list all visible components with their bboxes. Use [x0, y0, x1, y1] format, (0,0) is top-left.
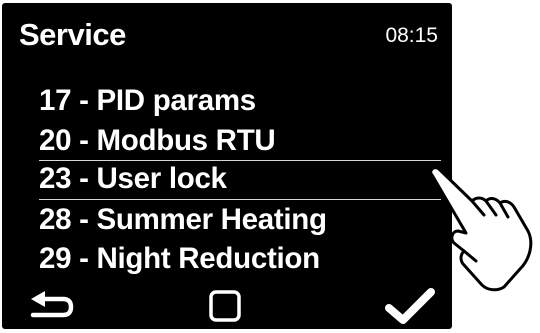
- page-title: Service: [19, 17, 126, 52]
- menu-item-summer-heating[interactable]: 28 - Summer Heating: [2, 200, 452, 240]
- back-button[interactable]: [26, 286, 76, 326]
- menu-item-modbus-rtu[interactable]: 20 - Modbus RTU: [2, 121, 452, 161]
- device-screen: Service 08:15 17 - PID params 20 - Modbu…: [2, 3, 452, 329]
- pointing-hand-icon: [429, 166, 533, 292]
- checkmark-icon: [385, 288, 435, 324]
- back-arrow-icon: [30, 291, 74, 318]
- bottom-navigation: [2, 286, 452, 326]
- menu-item-user-lock[interactable]: 23 - User lock: [39, 160, 441, 200]
- menu-item-pid-params[interactable]: 17 - PID params: [2, 81, 452, 121]
- square-icon: [209, 290, 241, 322]
- menu-item-night-reduction[interactable]: 29 - Night Reduction: [2, 239, 452, 279]
- service-menu: 17 - PID params 20 - Modbus RTU 23 - Use…: [2, 81, 452, 279]
- home-button[interactable]: [200, 286, 250, 326]
- clock: 08:15: [385, 24, 438, 47]
